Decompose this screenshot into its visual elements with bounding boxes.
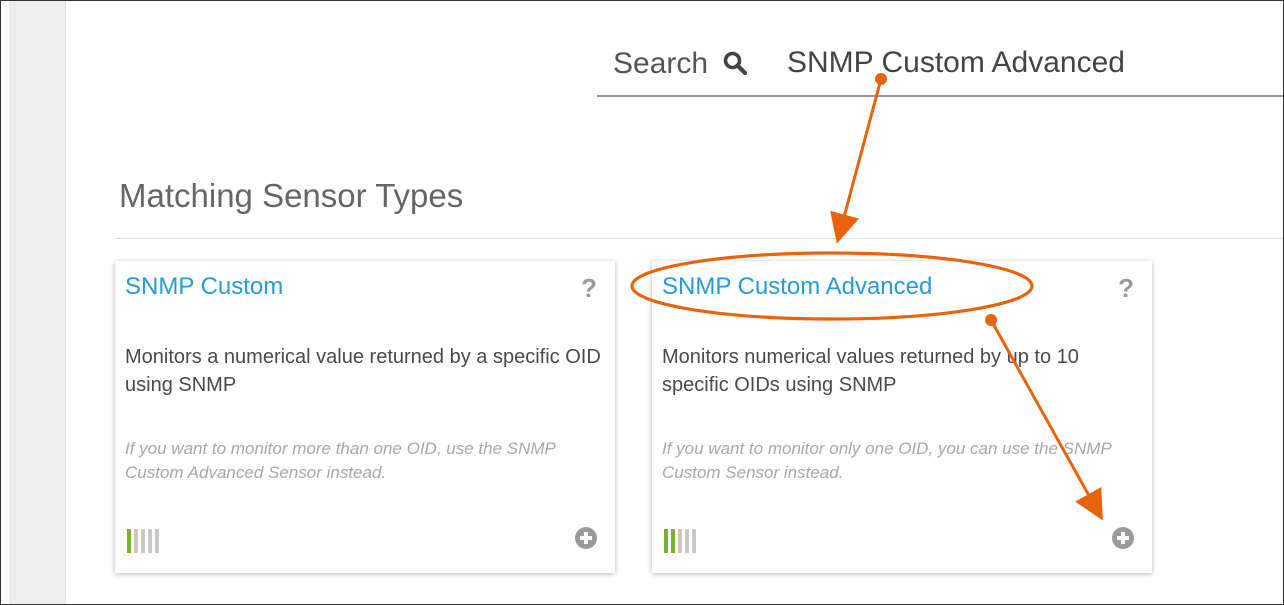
sensor-card-snmp-custom[interactable]: SNMP Custom ? Monitors a numerical value…	[115, 261, 615, 573]
performance-bar	[671, 529, 675, 553]
add-icon[interactable]	[575, 527, 597, 549]
performance-indicator	[664, 529, 714, 553]
performance-bar	[141, 529, 145, 553]
performance-bar	[692, 529, 696, 553]
help-icon[interactable]: ?	[1118, 273, 1134, 304]
performance-bar	[127, 529, 131, 553]
sensor-card-snmp-custom-advanced[interactable]: SNMP Custom Advanced ? Monitors numerica…	[652, 261, 1152, 573]
performance-bar	[678, 529, 682, 553]
window: Search Matching Sensor Types SNMP Custom…	[0, 0, 1284, 605]
card-title[interactable]: SNMP Custom Advanced	[662, 273, 932, 301]
section-divider	[115, 238, 1283, 239]
performance-bar	[148, 529, 152, 553]
search-bar: Search	[597, 37, 1283, 97]
card-hint: If you want to monitor only one OID, you…	[662, 439, 1112, 482]
card-hint: If you want to monitor more than one OID…	[125, 439, 556, 482]
search-input[interactable]	[787, 43, 1267, 83]
help-icon[interactable]: ?	[581, 273, 597, 304]
search-icon[interactable]	[723, 51, 748, 76]
search-label: Search	[613, 47, 709, 80]
card-title[interactable]: SNMP Custom	[125, 273, 283, 301]
card-description: Monitors a numerical value returned by a…	[125, 346, 601, 396]
performance-bar	[664, 529, 668, 553]
add-icon[interactable]	[1112, 527, 1134, 549]
performance-bar	[155, 529, 159, 553]
performance-bar	[685, 529, 689, 553]
section-title: Matching Sensor Types	[119, 177, 464, 214]
performance-indicator	[127, 529, 177, 553]
left-sidebar	[9, 1, 66, 604]
card-description: Monitors numerical values returned by up…	[662, 346, 1079, 396]
performance-bar	[134, 529, 138, 553]
